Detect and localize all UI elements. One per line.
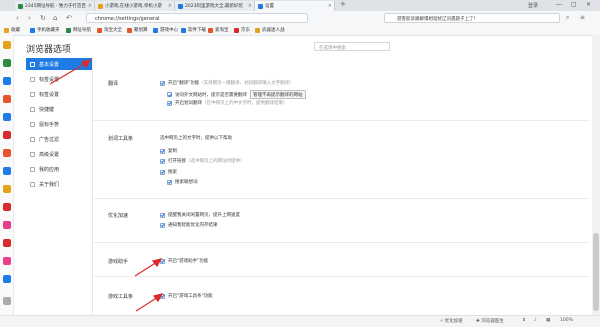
arrow-line xyxy=(135,296,159,312)
sound-icon[interactable]: ♪ xyxy=(534,318,537,323)
zoom-level[interactable]: 100% xyxy=(560,318,573,323)
annotation-arrows xyxy=(49,59,164,312)
status-label: 浏览器医生 xyxy=(481,319,504,324)
status-label: 优化加速 xyxy=(444,319,463,324)
scrollbar-thumb[interactable] xyxy=(593,233,599,311)
grid-icon[interactable]: ▦ xyxy=(546,318,550,323)
rocket-icon: ⚡ xyxy=(440,319,444,324)
arrow-line xyxy=(134,261,158,277)
browser-doctor-button[interactable]: ✚ 浏览器医生 xyxy=(476,318,504,324)
download-icon[interactable]: ⬇ xyxy=(522,318,526,323)
doctor-icon: ✚ xyxy=(476,319,480,324)
status-bar: ⚡ 优化加速 ✚ 浏览器医生 ⬇ ♪ ▦ 100% xyxy=(0,315,600,327)
arrow-head xyxy=(80,59,92,69)
arrow-head xyxy=(152,293,164,303)
arrow-head xyxy=(151,258,163,268)
optimize-button[interactable]: ⚡ 优化加速 xyxy=(440,318,463,324)
arrow-line xyxy=(49,62,87,85)
scrollbar[interactable] xyxy=(592,35,600,315)
